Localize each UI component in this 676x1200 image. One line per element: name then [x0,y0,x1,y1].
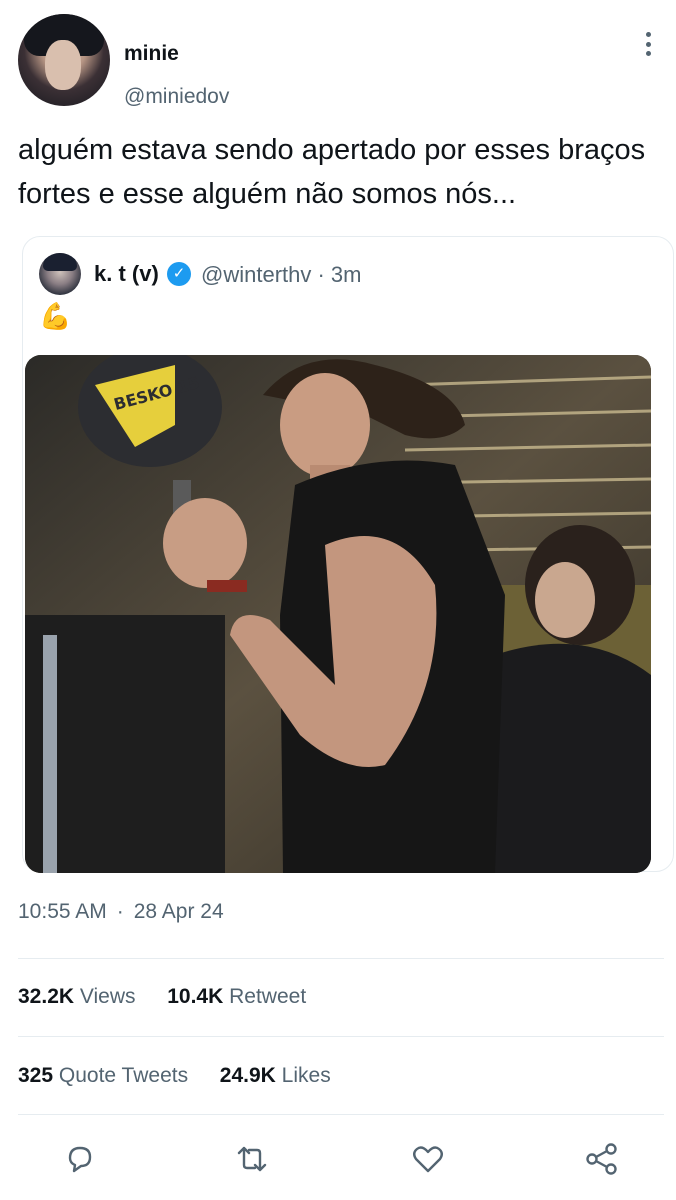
quoted-handle-time: @winterthv · 3m [201,262,362,287]
gym-photo-illustration: BESKO 15 [25,355,651,873]
quoted-tweet[interactable]: k. t (v) ✓ @winterthv · 3m 💪 BESKO 15 [22,236,674,873]
quoted-name[interactable]: k. t (v) [94,261,159,287]
tweet-date: 28 Apr 24 [133,900,224,923]
heart-icon[interactable] [410,1141,446,1177]
tweet-text: alguém estava sendo apertado por esses b… [18,134,646,210]
author-avatar[interactable] [18,14,110,106]
quote-tweets-stat[interactable]: 325 Quote Tweets [18,1064,188,1087]
separator-dot: · [116,900,124,923]
tweet-time: 10:55 AM [18,900,107,923]
retweet-icon[interactable] [234,1141,270,1177]
divider [18,1036,664,1037]
retweets-stat[interactable]: 10.4K Retweet [167,985,306,1008]
tweet-timestamp: 10:55 AM · 28 Apr 24 [18,900,224,924]
author-name[interactable]: minie [124,42,179,66]
reply-icon[interactable] [62,1141,98,1177]
divider [18,958,664,959]
views-stat[interactable]: 32.2K Views [18,985,136,1008]
quoted-emoji: 💪 [39,301,72,331]
tweet-header: minie @miniedov [18,14,658,108]
stats-row-1: 32.2K Views 10.4K Retweet [18,985,306,1009]
stats-row-2: 325 Quote Tweets 24.9K Likes [18,1064,331,1088]
share-icon[interactable] [584,1141,620,1177]
divider [18,1114,664,1115]
likes-stat[interactable]: 24.9K Likes [220,1064,331,1087]
author-handle[interactable]: @miniedov [124,85,229,109]
quoted-avatar[interactable] [39,253,81,295]
more-vertical-icon[interactable] [638,32,658,56]
quoted-photo[interactable]: BESKO 15 [25,355,651,873]
verified-badge-icon: ✓ [167,262,191,286]
action-bar [0,1133,676,1183]
